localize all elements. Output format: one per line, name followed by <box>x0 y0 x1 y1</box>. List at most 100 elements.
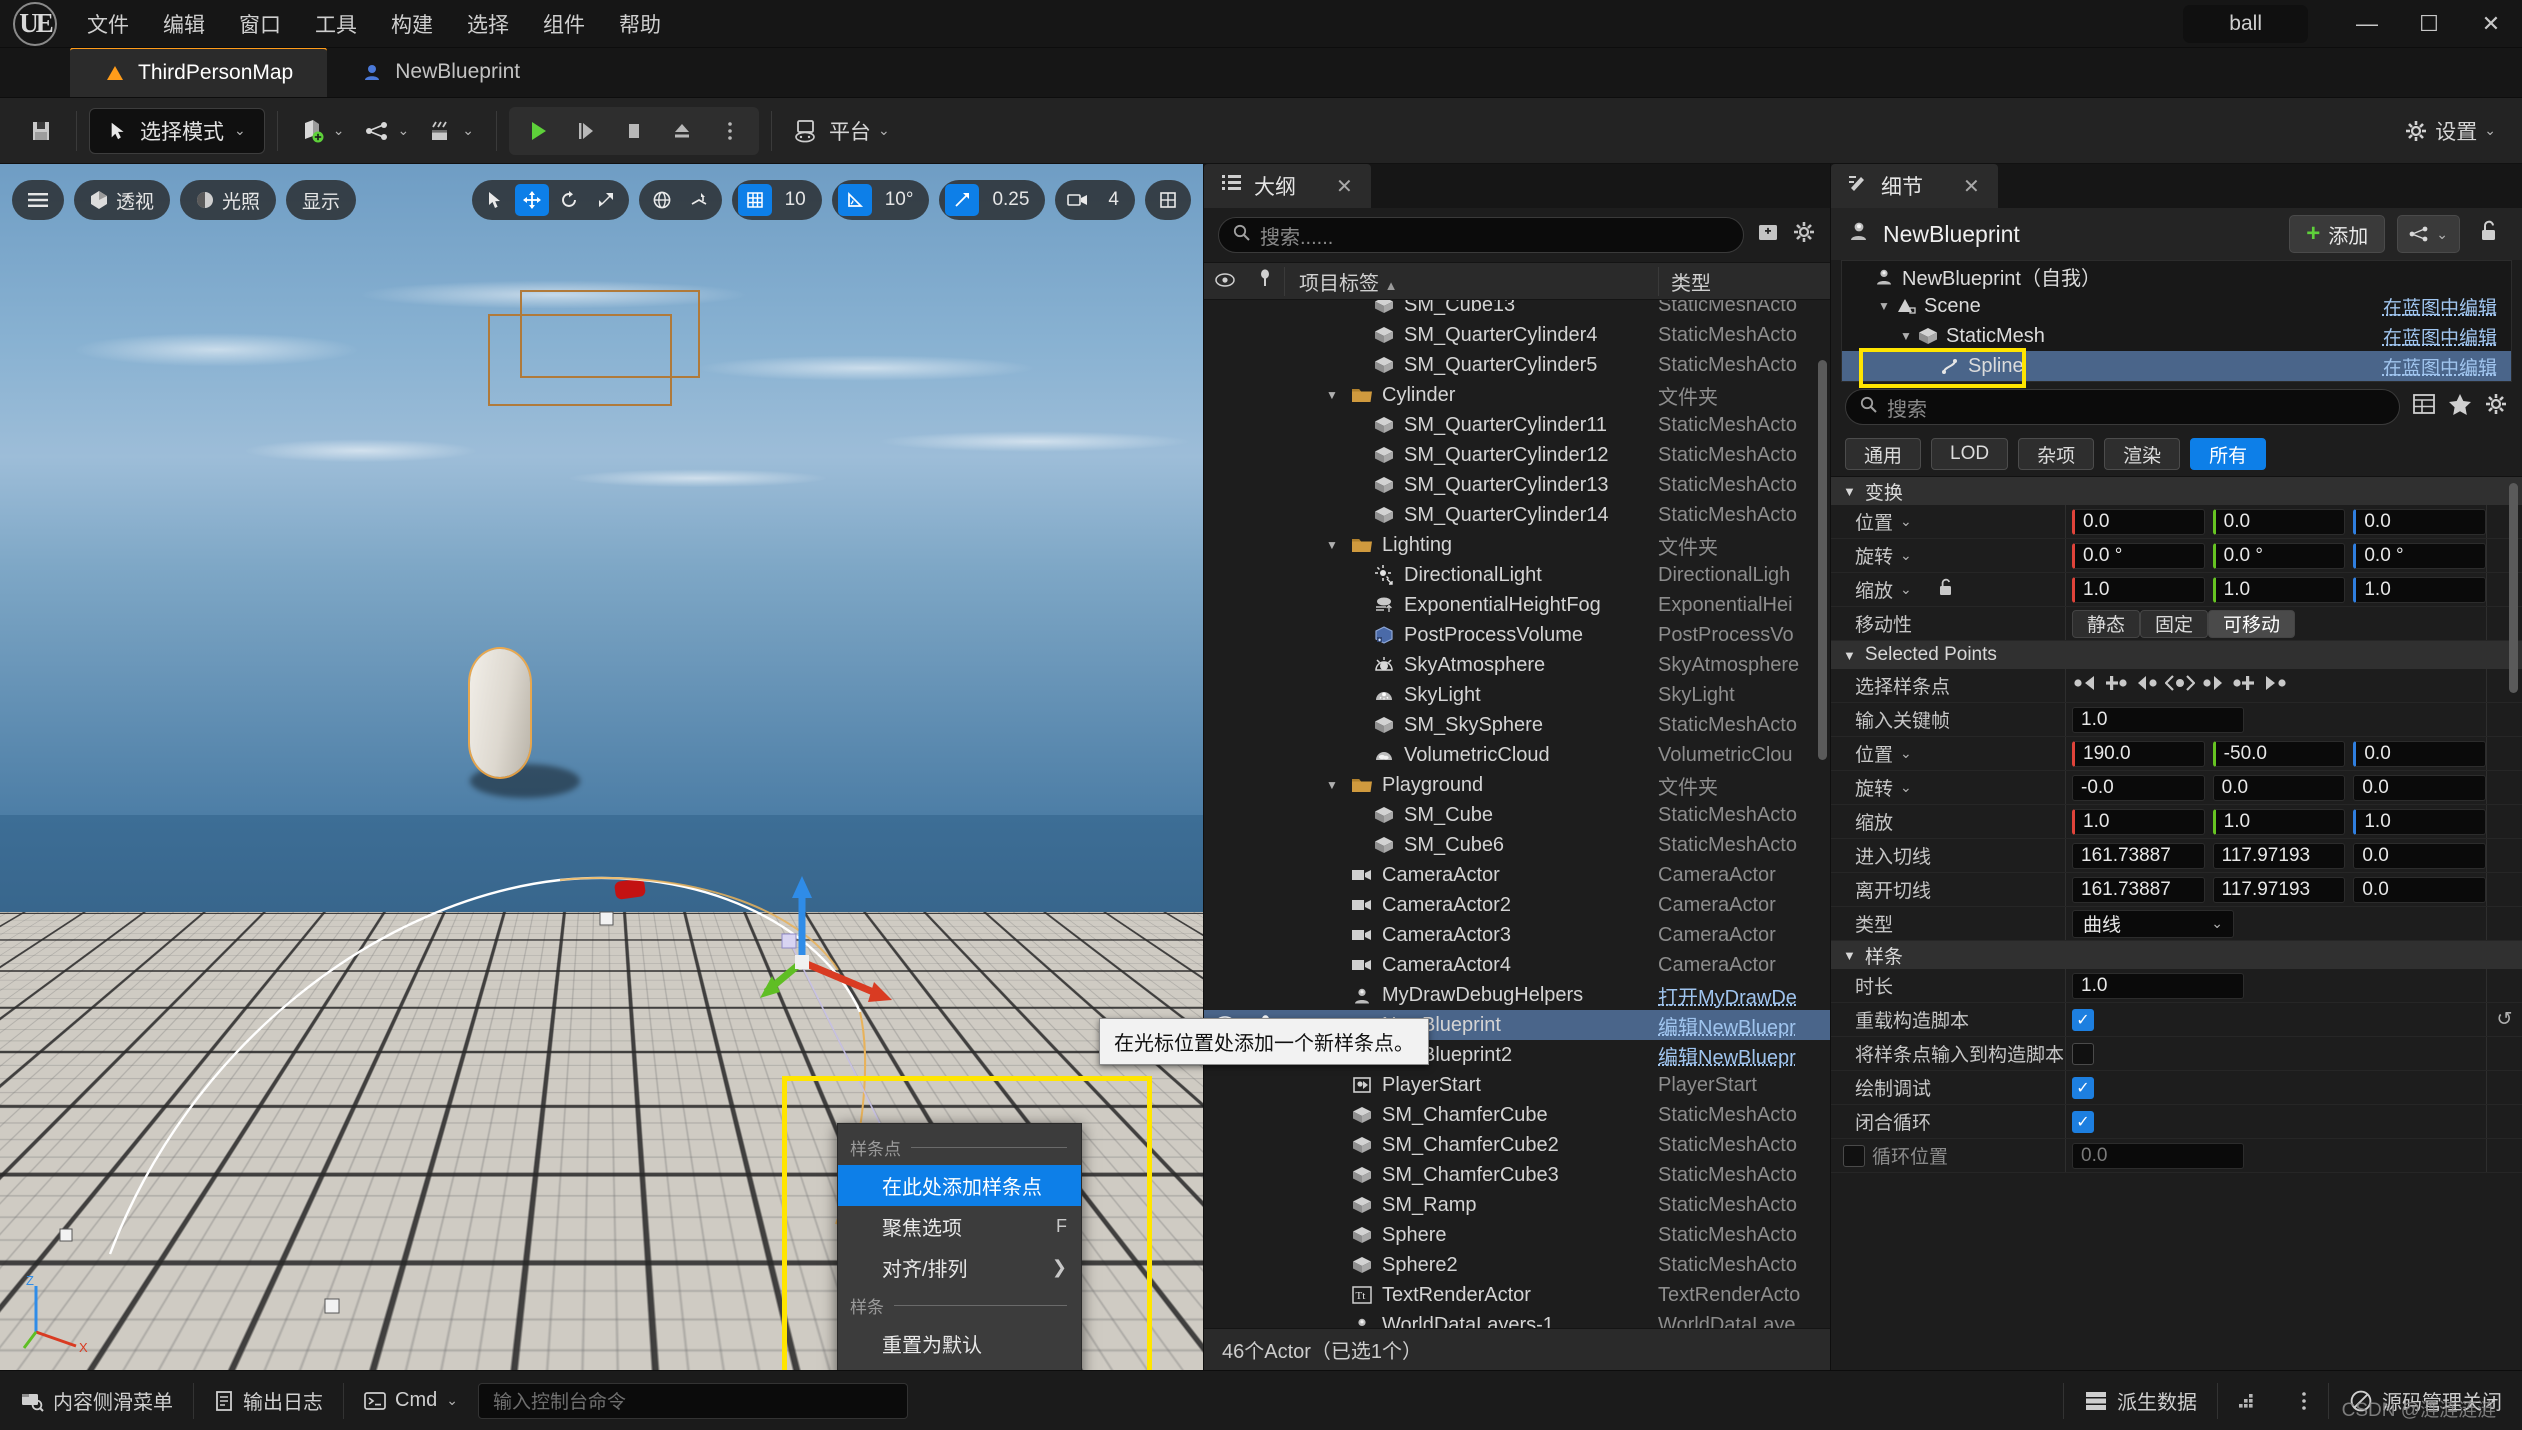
status-overflow-button[interactable] <box>2280 1379 2328 1423</box>
component-row[interactable]: NewBlueprint（自我） <box>1842 261 2511 291</box>
value-0[interactable]: -0.0 <box>2072 774 2205 801</box>
component-tree[interactable]: NewBlueprint（自我） ▼ Scene 在蓝图中编辑 ▼ Static… <box>1841 260 2512 382</box>
checkbox[interactable]: ✓ <box>2072 1110 2094 1133</box>
value-field[interactable]: 0.0 <box>2072 1142 2244 1169</box>
details-property-list[interactable]: ▼ 变换 位置 ⌄ 0.0 0.0 0.0 旋转 ⌄ 0.0 ° 0.0 ° 0.0 ° 缩… <box>1831 476 2522 1370</box>
spline-context-menu[interactable]: 样条点 在此处添加样条点 聚焦选项 F 对齐/排列 ❯ 样条 重置为默认 可视化… <box>837 1123 1082 1370</box>
select-last-icon[interactable] <box>2200 673 2226 699</box>
eject-button[interactable] <box>659 108 705 154</box>
value-y[interactable]: 0.0 <box>2212 508 2346 535</box>
value-2[interactable]: 0.0 <box>2353 842 2487 869</box>
save-button[interactable] <box>18 108 64 154</box>
table-row[interactable]: ▼ Lighting 文件夹 <box>1204 530 1830 560</box>
ctx-item-0-1[interactable]: 聚焦选项 F <box>838 1206 1081 1247</box>
column-label-header[interactable]: 项目标签 ▲ <box>1284 266 1658 296</box>
ctx-item-0-0[interactable]: 在此处添加样条点 <box>838 1165 1081 1206</box>
value-z[interactable]: 0.0 ° <box>2353 542 2487 569</box>
ue-logo-icon[interactable]: UE <box>0 0 70 48</box>
table-row[interactable]: SM_Cube13 StaticMeshActo <box>1204 300 1830 320</box>
ctx-item-0-2[interactable]: 对齐/排列 ❯ <box>838 1247 1081 1288</box>
mobility-可移动[interactable]: 可移动 <box>2208 609 2296 638</box>
output-log-button[interactable]: 输出日志 <box>194 1379 343 1423</box>
value-x[interactable]: 1.0 <box>2072 808 2205 835</box>
enable-checkbox[interactable] <box>1843 1144 1865 1167</box>
play-options-button[interactable] <box>707 108 753 154</box>
derived-data-button[interactable]: 派生数据 <box>2064 1379 2217 1423</box>
perspective-dropdown[interactable]: 透视 <box>74 180 171 220</box>
value-1[interactable]: 117.97193 <box>2212 842 2346 869</box>
value-field[interactable]: 1.0 <box>2072 706 2244 733</box>
value-z[interactable]: 0.0 <box>2353 508 2487 535</box>
outliner-add-button[interactable] <box>1756 221 1780 249</box>
lock-button[interactable] <box>2472 219 2506 249</box>
component-row[interactable]: ▼ StaticMesh 在蓝图中编辑 <box>1842 321 2511 351</box>
value-x[interactable]: 0.0 ° <box>2072 542 2205 569</box>
value-y[interactable]: 0.0 ° <box>2212 542 2346 569</box>
menu-4[interactable]: 构建 <box>374 3 450 45</box>
lighting-dropdown[interactable]: 光照 <box>180 180 277 220</box>
value-1[interactable]: 117.97193 <box>2212 876 2346 903</box>
value-z[interactable]: 1.0 <box>2353 808 2487 835</box>
section-header[interactable]: ▼ Selected Points <box>1831 641 2522 669</box>
value-z[interactable]: 0.0 <box>2353 740 2487 767</box>
scale-snap-value[interactable]: 0.25 <box>982 189 1039 211</box>
table-row[interactable]: SM_Cube StaticMeshActo <box>1204 800 1830 830</box>
table-row[interactable]: PlayerStart PlayerStart <box>1204 1070 1830 1100</box>
blueprints-button[interactable]: ⌄ <box>354 108 419 154</box>
value-y[interactable]: 1.0 <box>2212 576 2346 603</box>
table-row[interactable]: WorldDataLayers-1 WorldDataLaye <box>1204 1310 1830 1328</box>
table-row[interactable]: SM_ChamferCube2 StaticMeshActo <box>1204 1130 1830 1160</box>
edit-in-blueprint-link[interactable]: 在蓝图中编辑 <box>2383 293 2511 320</box>
table-row[interactable]: SM_QuarterCylinder14 StaticMeshActo <box>1204 500 1830 530</box>
filter-所有[interactable]: 所有 <box>2190 438 2267 470</box>
value-0[interactable]: 161.73887 <box>2072 876 2205 903</box>
platforms-button[interactable]: 平台 ⌄ <box>784 108 900 154</box>
expand-arrow-icon[interactable]: ▼ <box>1878 299 1894 313</box>
table-row[interactable]: SM_QuarterCylinder5 StaticMeshActo <box>1204 350 1830 380</box>
maximize-button[interactable]: ☐ <box>2398 0 2460 48</box>
close-icon[interactable]: ✕ <box>1963 174 1980 199</box>
details-scrollbar[interactable] <box>2509 483 2518 693</box>
component-row[interactable]: ▼ Scene 在蓝图中编辑 <box>1842 291 2511 321</box>
filter-杂项[interactable]: 杂项 <box>2018 438 2095 470</box>
chevron-down-icon[interactable]: ⌄ <box>1900 513 1912 530</box>
outliner-search-input[interactable]: 搜索...... <box>1218 217 1744 253</box>
component-row[interactable]: Spline 在蓝图中编辑 <box>1842 351 2511 381</box>
column-type-header[interactable]: 类型 <box>1658 266 1830 296</box>
table-row[interactable]: SM_ChamferCube3 StaticMeshActo <box>1204 1160 1830 1190</box>
reset-icon[interactable]: ↺ <box>2497 1008 2513 1031</box>
table-row[interactable]: DirectionalLight DirectionalLigh <box>1204 560 1830 590</box>
component-options-button[interactable]: ⌄ <box>2397 215 2460 253</box>
table-row[interactable]: Tt TextRenderActor TextRenderActo <box>1204 1280 1830 1310</box>
capsule-mesh[interactable] <box>470 649 530 777</box>
table-row[interactable]: SkyLight SkyLight <box>1204 680 1830 710</box>
section-header[interactable]: ▼ 变换 <box>1831 477 2522 505</box>
outliner-settings-button[interactable] <box>1792 220 1816 250</box>
value-x[interactable]: 0.0 <box>2072 508 2205 535</box>
table-row[interactable]: SM_QuarterCylinder13 StaticMeshActo <box>1204 470 1830 500</box>
select-next-icon[interactable] <box>2262 673 2288 699</box>
chevron-down-icon[interactable]: ⌄ <box>1900 779 1912 796</box>
cmd-dropdown[interactable]: Cmd ⌄ <box>344 1379 478 1423</box>
table-row[interactable]: Sphere StaticMeshActo <box>1204 1220 1830 1250</box>
select-tool-icon[interactable] <box>478 184 512 216</box>
mobility-固定[interactable]: 固定 <box>2140 609 2209 638</box>
level-viewport[interactable]: Z X 透视 光照 显示 10 10° 0.25 4 样条点 在此处添加样条点 … <box>0 164 1203 1370</box>
details-search-input[interactable]: 搜索 <box>1845 389 2400 425</box>
table-row[interactable]: SM_QuarterCylinder4 StaticMeshActo <box>1204 320 1830 350</box>
expand-arrow-icon[interactable]: ▼ <box>1900 329 1916 343</box>
column-view-button[interactable] <box>2412 393 2436 421</box>
select-first-icon[interactable] <box>2134 673 2160 699</box>
table-row[interactable]: SM_QuarterCylinder11 StaticMeshActo <box>1204 410 1830 440</box>
skip-button[interactable] <box>563 108 609 154</box>
edit-in-blueprint-link[interactable]: 在蓝图中编辑 <box>2383 353 2511 380</box>
chevron-down-icon[interactable]: ⌄ <box>1900 547 1912 564</box>
filter-LOD[interactable]: LOD <box>1931 438 2009 470</box>
cinematics-button[interactable]: ⌄ <box>419 108 484 154</box>
table-row[interactable]: SkyAtmosphere SkyAtmosphere <box>1204 650 1830 680</box>
menu-2[interactable]: 窗口 <box>222 3 298 45</box>
value-1[interactable]: 0.0 <box>2212 774 2346 801</box>
row-type[interactable]: 编辑NewBluepr <box>1658 1011 1830 1040</box>
value-z[interactable]: 1.0 <box>2353 576 2487 603</box>
table-row[interactable]: MyDrawDebugHelpers 打开MyDrawDe <box>1204 980 1830 1010</box>
